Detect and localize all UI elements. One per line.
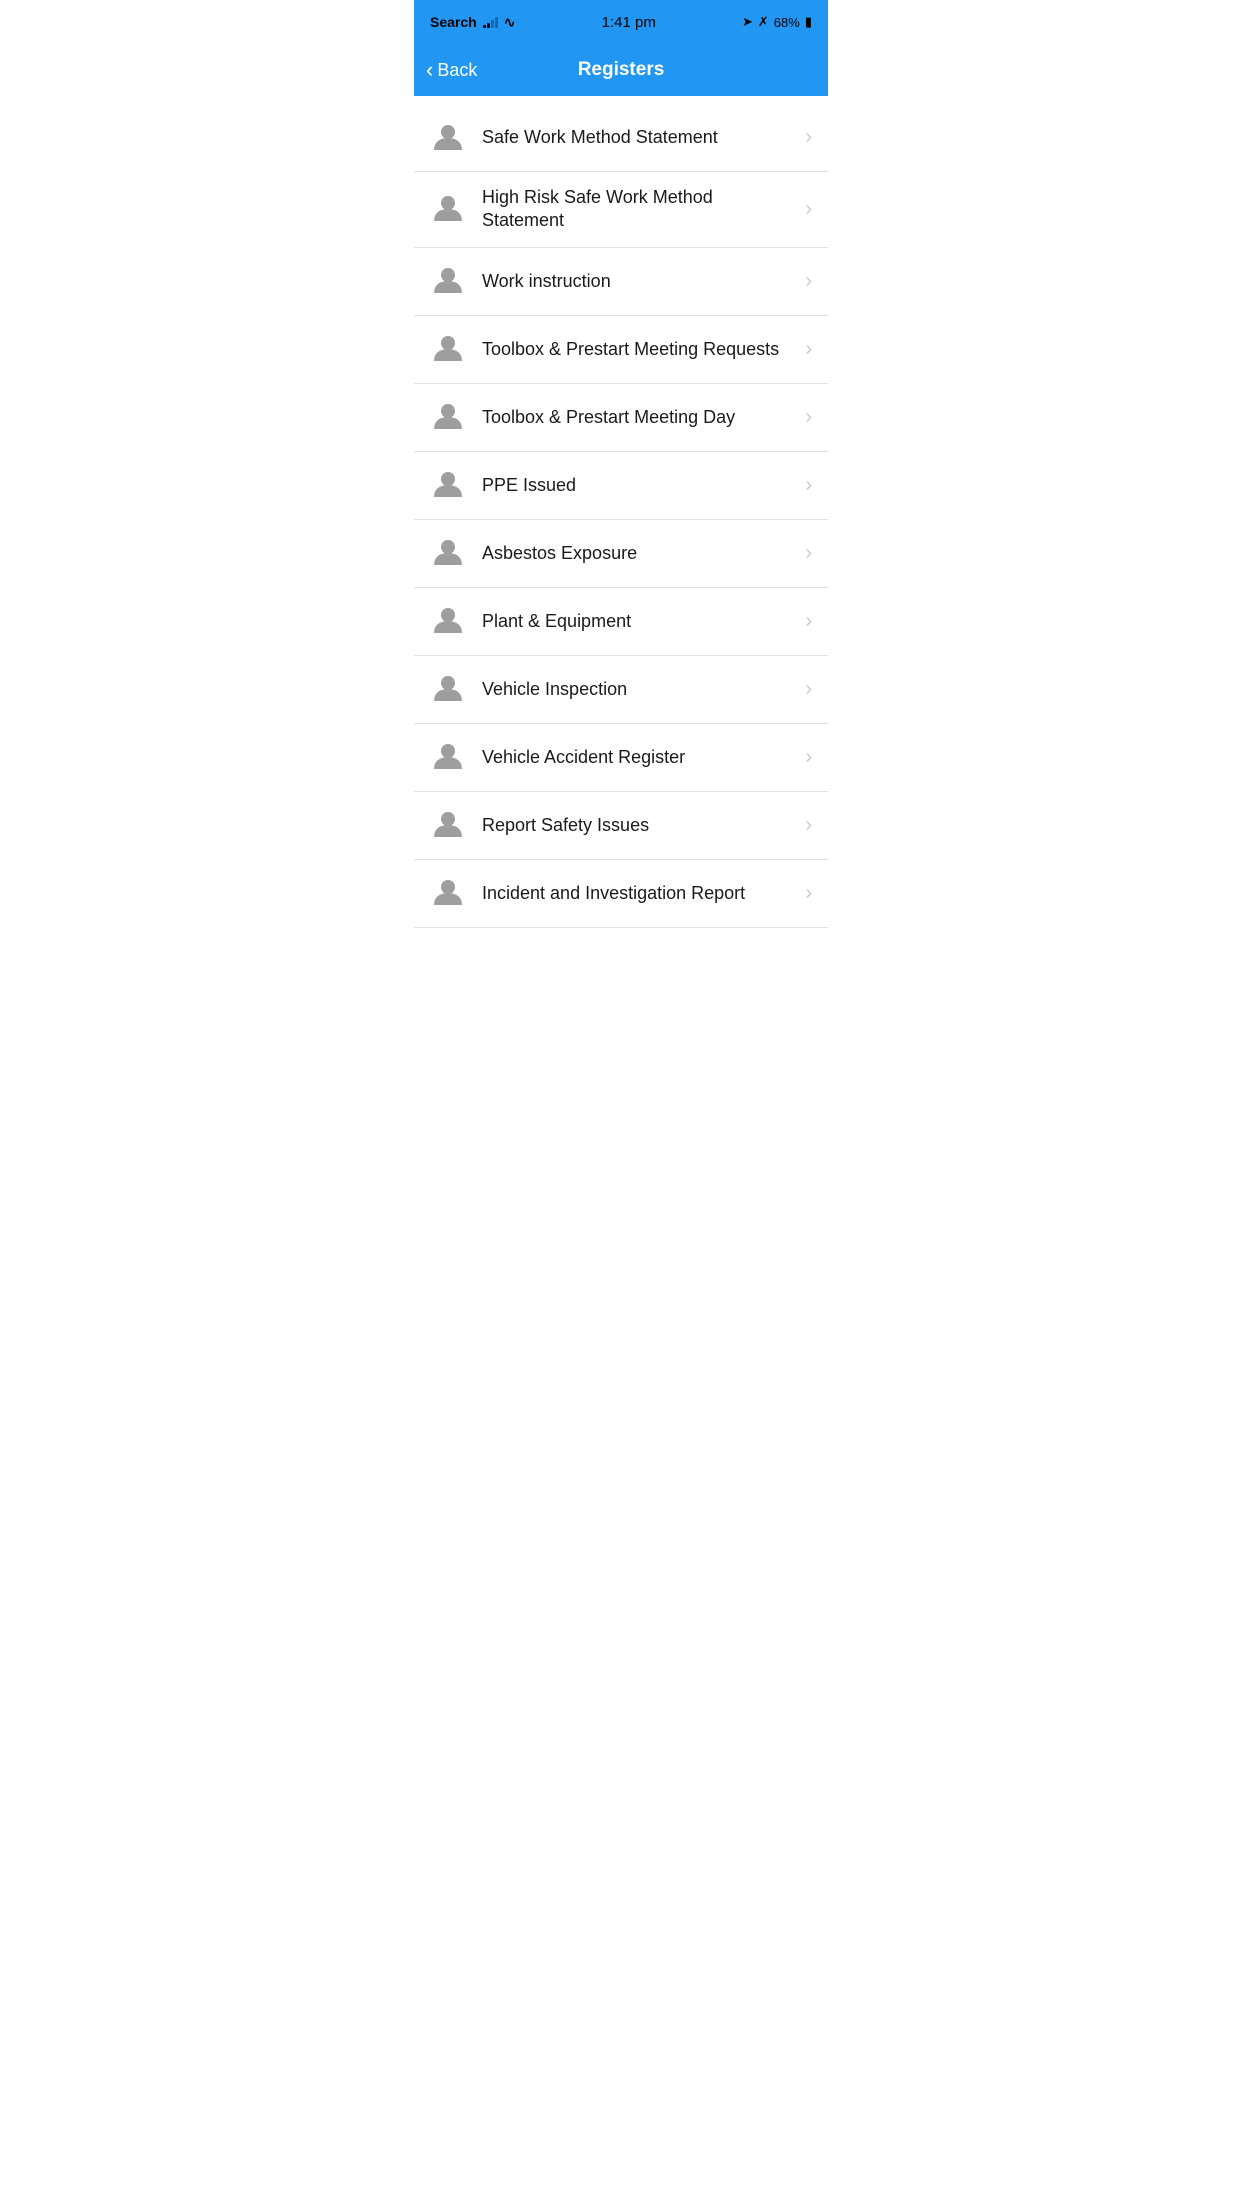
person-icon — [432, 809, 464, 841]
list-item-high-risk-safe-work-method-statement[interactable]: High Risk Safe Work Method Statement › — [414, 172, 828, 248]
bluetooth-icon: ✗ — [758, 14, 769, 30]
item-label-plant-equipment: Plant & Equipment — [482, 610, 797, 633]
item-label-toolbox-prestart-meeting-day: Toolbox & Prestart Meeting Day — [482, 406, 797, 429]
list-item-incident-investigation-report[interactable]: Incident and Investigation Report › — [414, 860, 828, 928]
chevron-right-icon-toolbox-prestart-meeting-requests: › — [805, 338, 812, 361]
person-icon — [432, 401, 464, 433]
chevron-right-icon-plant-equipment: › — [805, 610, 812, 633]
person-icon — [432, 469, 464, 501]
status-left: Search ∿ — [430, 14, 515, 31]
item-label-incident-investigation-report: Incident and Investigation Report — [482, 882, 797, 905]
item-icon-toolbox-prestart-meeting-requests — [430, 331, 466, 367]
battery-percent: 68% — [774, 15, 800, 30]
chevron-right-icon-incident-investigation-report: › — [805, 882, 812, 905]
signal-bar-2 — [487, 23, 490, 28]
item-icon-plant-equipment — [430, 603, 466, 639]
chevron-right-icon-vehicle-accident-register: › — [805, 746, 812, 769]
chevron-right-icon-ppe-issued: › — [805, 474, 812, 497]
registers-list: Safe Work Method Statement › High Risk S… — [414, 96, 828, 928]
status-right: ➤ ✗ 68% ▮ — [742, 14, 812, 30]
signal-bar-3 — [491, 20, 494, 28]
list-item-plant-equipment[interactable]: Plant & Equipment › — [414, 588, 828, 656]
page-title: Registers — [578, 59, 665, 81]
chevron-right-icon-high-risk-safe-work-method-statement: › — [805, 198, 812, 221]
list-item-ppe-issued[interactable]: PPE Issued › — [414, 452, 828, 520]
item-label-high-risk-safe-work-method-statement: High Risk Safe Work Method Statement — [482, 186, 797, 233]
person-icon — [432, 605, 464, 637]
person-icon — [432, 537, 464, 569]
item-icon-toolbox-prestart-meeting-day — [430, 399, 466, 435]
item-icon-vehicle-accident-register — [430, 739, 466, 775]
person-icon — [432, 122, 464, 154]
person-icon — [432, 265, 464, 297]
item-label-report-safety-issues: Report Safety Issues — [482, 814, 797, 837]
item-label-work-instruction: Work instruction — [482, 270, 797, 293]
battery-icon: ▮ — [805, 14, 812, 30]
item-icon-work-instruction — [430, 263, 466, 299]
item-icon-high-risk-safe-work-method-statement — [430, 191, 466, 227]
item-label-ppe-issued: PPE Issued — [482, 474, 797, 497]
person-icon — [432, 673, 464, 705]
location-icon: ➤ — [742, 14, 753, 30]
item-icon-asbestos-exposure — [430, 535, 466, 571]
list-item-toolbox-prestart-meeting-day[interactable]: Toolbox & Prestart Meeting Day › — [414, 384, 828, 452]
status-bar: Search ∿ 1:41 pm ➤ ✗ 68% ▮ — [414, 0, 828, 44]
item-icon-vehicle-inspection — [430, 671, 466, 707]
back-label: Back — [437, 60, 477, 81]
back-button[interactable]: ‹ Back — [426, 59, 477, 81]
item-label-toolbox-prestart-meeting-requests: Toolbox & Prestart Meeting Requests — [482, 338, 797, 361]
chevron-right-icon-toolbox-prestart-meeting-day: › — [805, 406, 812, 429]
app-name: Search — [430, 14, 477, 30]
item-label-vehicle-accident-register: Vehicle Accident Register — [482, 746, 797, 769]
item-label-vehicle-inspection: Vehicle Inspection — [482, 678, 797, 701]
list-item-report-safety-issues[interactable]: Report Safety Issues › — [414, 792, 828, 860]
person-icon — [432, 741, 464, 773]
chevron-right-icon-asbestos-exposure: › — [805, 542, 812, 565]
back-chevron-icon: ‹ — [426, 59, 433, 81]
list-item-vehicle-inspection[interactable]: Vehicle Inspection › — [414, 656, 828, 724]
person-icon — [432, 877, 464, 909]
signal-bars — [483, 16, 498, 28]
person-icon — [432, 333, 464, 365]
list-item-work-instruction[interactable]: Work instruction › — [414, 248, 828, 316]
list-item-asbestos-exposure[interactable]: Asbestos Exposure › — [414, 520, 828, 588]
item-icon-incident-investigation-report — [430, 875, 466, 911]
signal-bar-4 — [495, 17, 498, 28]
chevron-right-icon-vehicle-inspection: › — [805, 678, 812, 701]
chevron-right-icon-safe-work-method-statement: › — [805, 126, 812, 149]
chevron-right-icon-report-safety-issues: › — [805, 814, 812, 837]
status-time: 1:41 pm — [602, 14, 656, 31]
person-icon — [432, 193, 464, 225]
wifi-icon: ∿ — [504, 14, 516, 31]
item-icon-report-safety-issues — [430, 807, 466, 843]
chevron-right-icon-work-instruction: › — [805, 270, 812, 293]
list-item-vehicle-accident-register[interactable]: Vehicle Accident Register › — [414, 724, 828, 792]
nav-bar: ‹ Back Registers — [414, 44, 828, 96]
item-icon-ppe-issued — [430, 467, 466, 503]
signal-bar-1 — [483, 25, 486, 28]
list-item-safe-work-method-statement[interactable]: Safe Work Method Statement › — [414, 104, 828, 172]
list-item-toolbox-prestart-meeting-requests[interactable]: Toolbox & Prestart Meeting Requests › — [414, 316, 828, 384]
item-label-asbestos-exposure: Asbestos Exposure — [482, 542, 797, 565]
item-icon-safe-work-method-statement — [430, 120, 466, 156]
item-label-safe-work-method-statement: Safe Work Method Statement — [482, 126, 797, 149]
